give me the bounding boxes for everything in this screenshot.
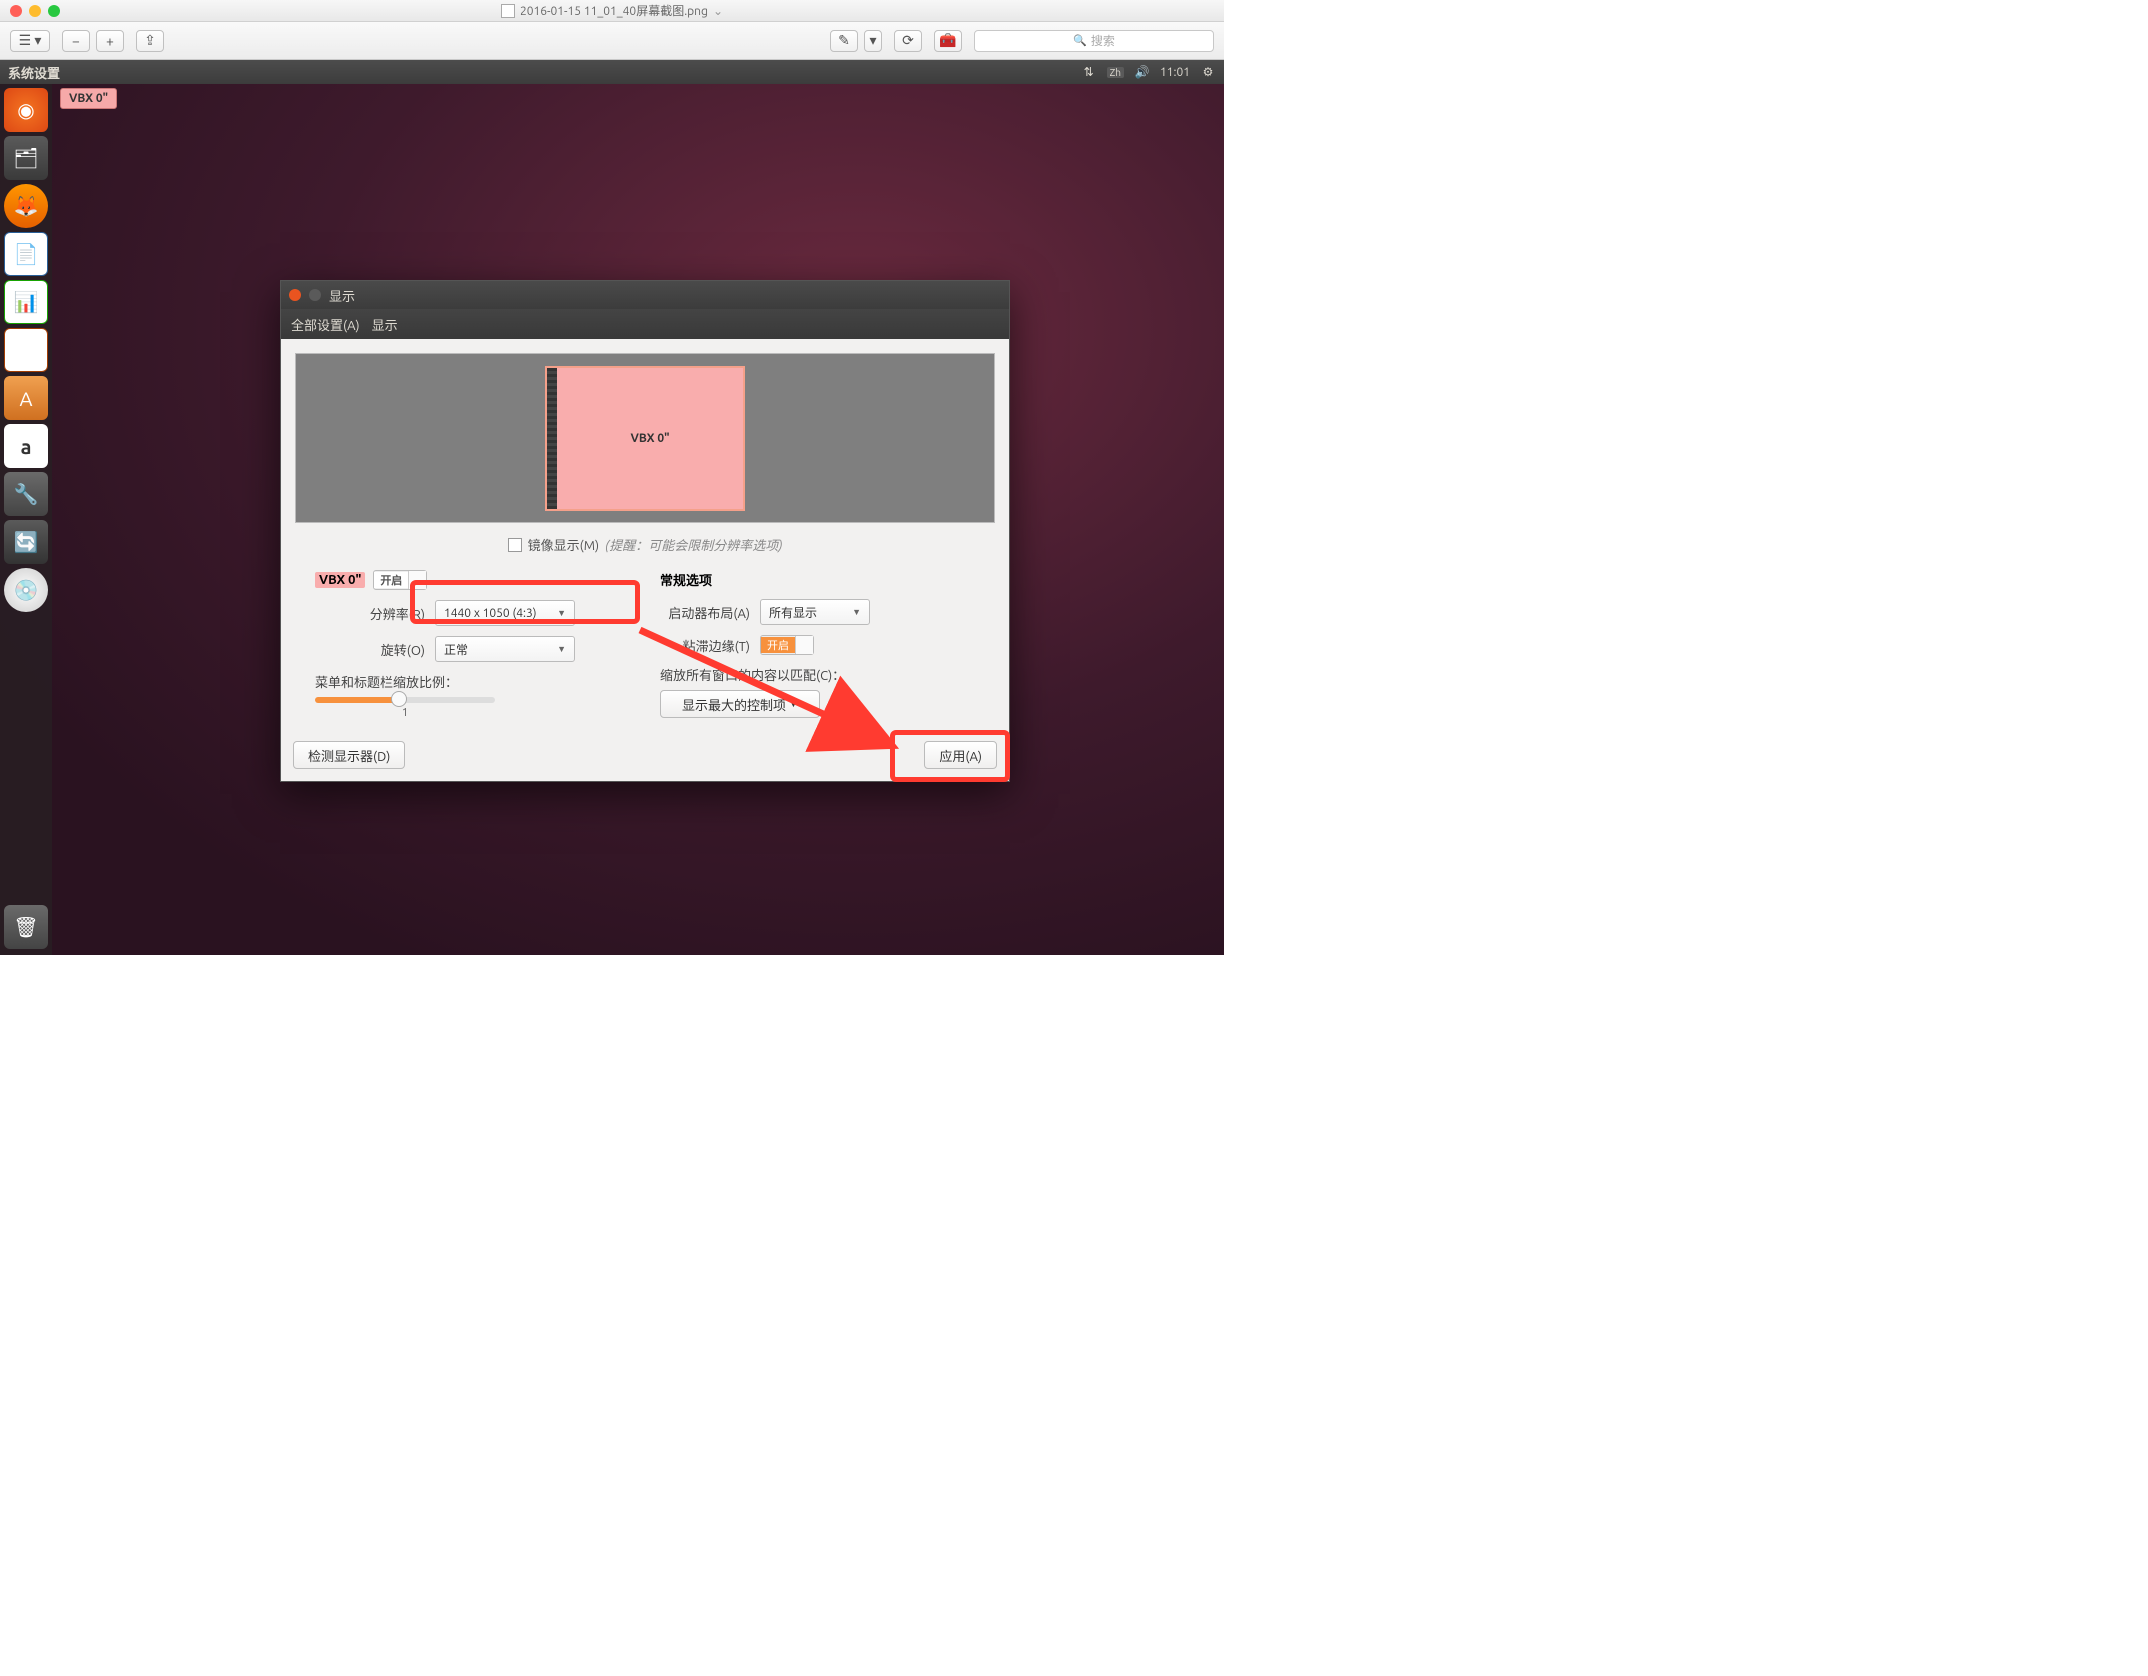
network-icon[interactable]: ⇅ <box>1081 64 1097 80</box>
zoom-out-button[interactable]: − <box>62 30 90 52</box>
rotate-button[interactable]: ⟳ <box>894 30 922 52</box>
resolution-select[interactable]: 1440 x 1050 (4:3)▼ <box>435 600 575 626</box>
scale-slider[interactable] <box>315 697 495 703</box>
app-title: 系统设置 <box>8 63 60 82</box>
calc-icon[interactable]: 📊 <box>4 280 48 324</box>
writer-icon[interactable]: 📄 <box>4 232 48 276</box>
mac-window-titlebar: 2016-01-15 11_01_40屏幕截图.png ⌄ <box>0 0 1224 22</box>
monitor-enable-toggle[interactable]: 开启 <box>373 570 427 590</box>
window-close-icon[interactable] <box>289 289 301 301</box>
sidebar-toggle-button[interactable]: ☰ ▾ <box>10 30 50 52</box>
scale-all-button[interactable]: 显示最大的控制项 ▼ <box>660 690 820 718</box>
mirror-hint: (提醒：可能会限制分辨率选项) <box>605 535 782 554</box>
scale-all-label: 缩放所有窗口的内容以匹配(C)： <box>660 665 975 684</box>
volume-icon[interactable]: 🔊 <box>1134 64 1150 80</box>
monitor-badge[interactable]: VBX 0" <box>60 88 117 109</box>
annotate-dropdown[interactable]: ▾ <box>864 30 882 52</box>
launcher-placement-label: 启动器布局(A) <box>660 603 760 622</box>
monitor-name: VBX 0" <box>315 572 365 588</box>
chevron-down-icon[interactable]: ⌄ <box>713 4 723 18</box>
document-icon <box>501 4 515 18</box>
rotation-label: 旋转(O) <box>315 640 435 659</box>
window-titlebar[interactable]: 显示 <box>281 281 1009 309</box>
minimize-icon[interactable] <box>29 5 41 17</box>
detect-displays-button[interactable]: 检测显示器(D) <box>293 741 405 769</box>
ime-indicator[interactable]: Zh <box>1107 67 1124 78</box>
window-minimize-icon[interactable] <box>309 289 321 301</box>
files-icon[interactable]: 🗂 <box>4 136 48 180</box>
scale-label: 菜单和标题栏缩放比例： <box>315 672 630 691</box>
breadcrumb-current: 显示 <box>372 315 398 334</box>
maximize-icon[interactable] <box>48 5 60 17</box>
display-preview[interactable]: VBX 0" <box>295 353 995 523</box>
software-center-icon[interactable]: A <box>4 376 48 420</box>
amazon-icon[interactable]: a <box>4 424 48 468</box>
scale-value: 1 <box>315 707 495 719</box>
dash-icon[interactable]: ◉ <box>4 88 48 132</box>
breadcrumb: 全部设置(A) 显示 <box>281 309 1009 339</box>
trash-icon[interactable]: 🗑 <box>4 905 48 949</box>
apply-button[interactable]: 应用(A) <box>924 741 997 769</box>
sticky-edges-toggle[interactable]: 开启 <box>760 635 814 655</box>
launcher: ◉ 🗂 🦊 📄 📊 📽 A a 🔧 🔄 💿 🗑 <box>0 84 52 955</box>
mirror-checkbox[interactable] <box>508 538 522 552</box>
clock[interactable]: 11:01 <box>1160 66 1190 79</box>
markup-button[interactable]: 🧰 <box>934 30 962 52</box>
document-title: 2016-01-15 11_01_40屏幕截图.png <box>520 2 708 19</box>
window-controls[interactable] <box>10 5 60 17</box>
search-input[interactable]: 搜索 <box>974 30 1214 52</box>
system-settings-icon[interactable]: 🔧 <box>4 472 48 516</box>
window-title: 显示 <box>329 286 355 305</box>
rotation-select[interactable]: 正常▼ <box>435 636 575 662</box>
disc-icon[interactable]: 💿 <box>4 568 48 612</box>
monitor-preview-label: VBX 0" <box>557 368 743 509</box>
impress-icon[interactable]: 📽 <box>4 328 48 372</box>
close-icon[interactable] <box>10 5 22 17</box>
gear-icon[interactable]: ⚙ <box>1200 64 1216 80</box>
zoom-in-button[interactable]: + <box>96 30 124 52</box>
ubuntu-desktop: 系统设置 ⇅ Zh 🔊 11:01 ⚙ ◉ 🗂 🦊 📄 📊 📽 A a 🔧 🔄 … <box>0 60 1224 955</box>
general-header: 常规选项 <box>660 570 975 589</box>
launcher-placement-select[interactable]: 所有显示▼ <box>760 599 870 625</box>
firefox-icon[interactable]: 🦊 <box>4 184 48 228</box>
annotate-button[interactable]: ✎ <box>830 30 858 52</box>
share-button[interactable]: ⇪ <box>136 30 164 52</box>
software-updater-icon[interactable]: 🔄 <box>4 520 48 564</box>
breadcrumb-all-settings[interactable]: 全部设置(A) <box>291 315 360 334</box>
ubuntu-menubar: 系统设置 ⇅ Zh 🔊 11:01 ⚙ <box>0 60 1224 84</box>
sticky-edges-label: 粘滞边缘(T) <box>660 636 760 655</box>
display-settings-window: 显示 全部设置(A) 显示 VBX 0" 镜像显示(M) (提醒：可能会限制分辨… <box>280 280 1010 782</box>
launcher-preview <box>547 368 557 509</box>
mac-toolbar: ☰ ▾ − + ⇪ ✎ ▾ ⟳ 🧰 搜索 <box>0 22 1224 60</box>
mirror-label: 镜像显示(M) <box>528 535 600 554</box>
resolution-label: 分辨率(R) <box>315 604 435 623</box>
monitor-preview[interactable]: VBX 0" <box>545 366 745 511</box>
